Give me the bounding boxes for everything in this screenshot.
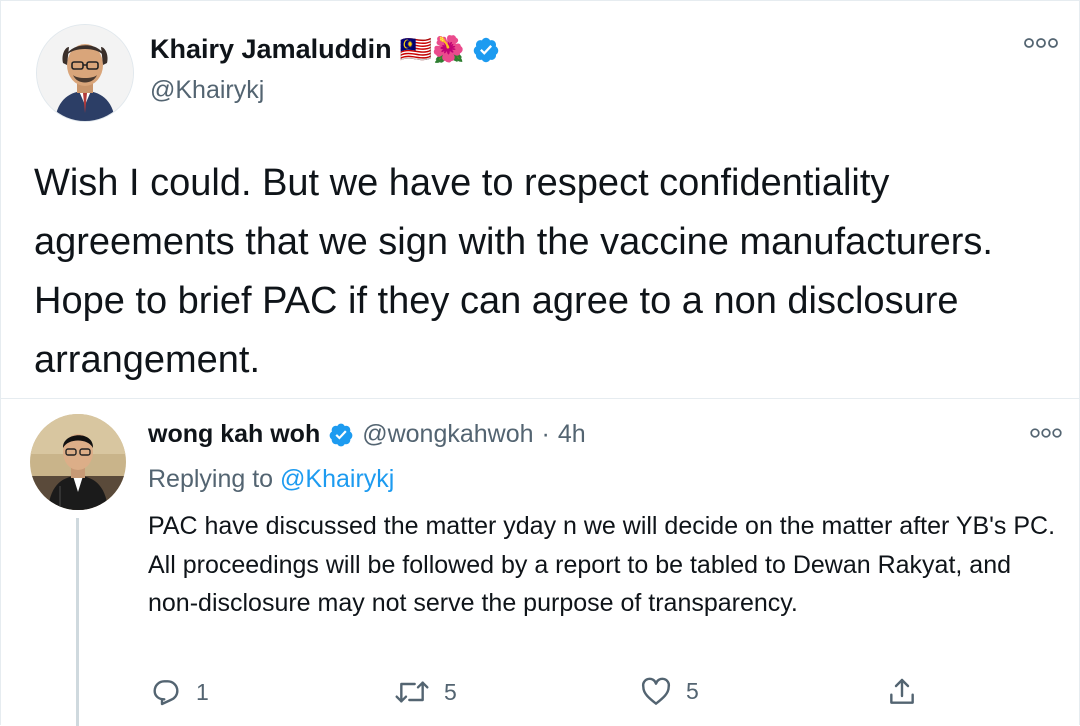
meta-separator: · [541, 420, 550, 448]
like-icon [640, 676, 672, 706]
divider [0, 398, 1080, 399]
name-emojis: 🇲🇾🌺 [399, 34, 465, 64]
author-handle[interactable]: @Khairykj [150, 76, 264, 105]
reply-count: 1 [196, 678, 209, 705]
more-icon[interactable] [1030, 426, 1062, 440]
reply-text: PAC have discussed the matter yday n we … [148, 512, 1056, 617]
share-button[interactable] [886, 676, 918, 708]
like-button[interactable]: 5 [640, 676, 699, 706]
replying-to-link[interactable]: @Khairykj [280, 465, 394, 493]
reply-header: wong kah woh @wongkahwoh · 4h [148, 420, 586, 449]
share-icon [886, 676, 918, 708]
more-icon[interactable] [1024, 36, 1058, 50]
reply-icon [150, 676, 182, 708]
reply-author-handle[interactable]: @wongkahwoh [362, 420, 533, 449]
retweet-icon [394, 676, 430, 708]
reply-avatar[interactable] [30, 414, 126, 510]
retweet-count: 5 [444, 678, 457, 705]
replying-prefix: Replying to [148, 465, 274, 493]
action-bar: 1 5 5 [0, 676, 1080, 716]
verified-badge-icon [328, 422, 354, 448]
author-name[interactable]: Khairy Jamaluddin [150, 34, 392, 65]
avatar[interactable] [36, 24, 134, 122]
retweet-button[interactable]: 5 [394, 676, 457, 708]
like-count: 5 [686, 677, 699, 704]
reply-button[interactable]: 1 [150, 676, 209, 708]
reply-author-name[interactable]: wong kah woh [148, 420, 320, 449]
verified-badge-icon [472, 36, 500, 64]
author-row: Khairy Jamaluddin 🇲🇾🌺 [150, 34, 500, 65]
tweet-text: Wish I could. But we have to respect con… [34, 162, 993, 381]
replying-to: Replying to @Khairykj [148, 465, 394, 494]
reply-timestamp[interactable]: 4h [558, 420, 586, 449]
